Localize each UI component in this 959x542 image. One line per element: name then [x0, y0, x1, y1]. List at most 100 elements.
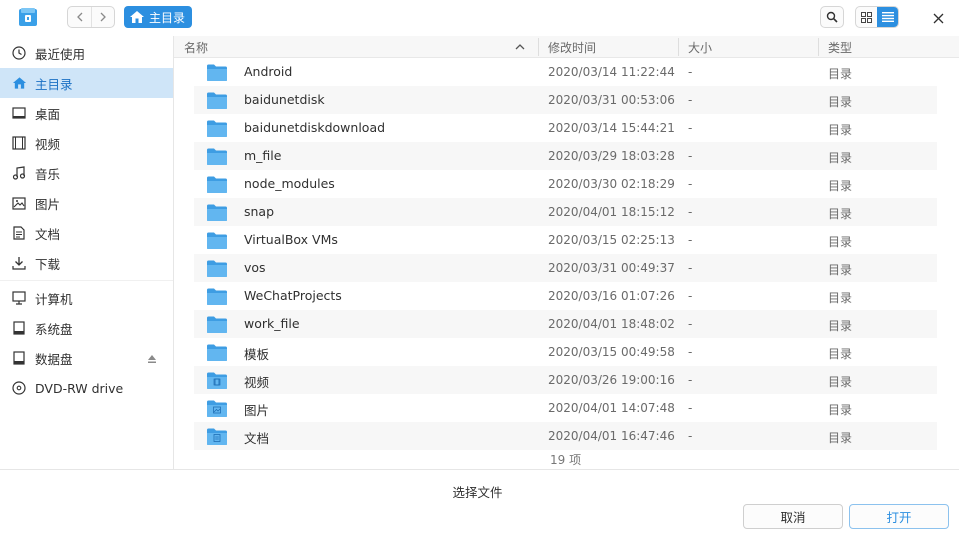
clock-icon — [11, 45, 27, 61]
sidebar-item-label: DVD-RW drive — [35, 380, 124, 396]
file-size: - — [688, 93, 693, 107]
file-size: - — [688, 149, 693, 163]
file-name: work_file — [244, 316, 300, 331]
folder-icon — [206, 119, 228, 138]
table-row[interactable]: baidunetdiskdownload 2020/03/14 15:44:21-… — [194, 114, 937, 142]
column-modified-header[interactable]: 修改时间 — [548, 39, 596, 56]
sidebar-item-label: 下载 — [35, 256, 61, 272]
sidebar-item-label: 最近使用 — [35, 46, 86, 62]
file-modified: 2020/03/29 18:03:28 — [548, 149, 675, 163]
sidebar-item-pictures[interactable]: 图片 — [0, 188, 173, 218]
table-row[interactable]: VirtualBox VMs 2020/03/15 02:25:13- 目录 — [194, 226, 937, 254]
file-modified: 2020/03/31 00:49:37 — [548, 261, 675, 275]
sidebar-item-dvd-drive[interactable]: DVD-RW drive — [0, 373, 173, 403]
grid-icon — [861, 11, 872, 23]
file-list-panel: 名称 修改时间 大小 类型 Android 2020/03/14 11:22:44… — [174, 36, 959, 469]
table-row[interactable]: snap 2020/04/01 18:15:12- 目录 — [194, 198, 937, 226]
table-row[interactable]: 视频 2020/03/26 19:00:16- 目录 — [194, 366, 937, 394]
video-folder-icon — [206, 371, 228, 390]
file-size: - — [688, 373, 693, 387]
sidebar-item-label: 视频 — [35, 136, 61, 152]
column-size-header[interactable]: 大小 — [688, 39, 712, 56]
video-icon — [11, 135, 27, 151]
sidebar-item-music[interactable]: 音乐 — [0, 158, 173, 188]
file-size: - — [688, 429, 693, 443]
table-row[interactable]: 文档 2020/04/01 16:47:46- 目录 — [194, 422, 937, 450]
table-row[interactable]: WeChatProjects 2020/03/16 01:07:26- 目录 — [194, 282, 937, 310]
sort-ascending-icon[interactable] — [514, 41, 526, 53]
search-button[interactable] — [820, 6, 844, 28]
breadcrumb-label: 主目录 — [149, 10, 186, 25]
sidebar-item-label: 音乐 — [35, 166, 61, 182]
table-row[interactable]: m_file 2020/03/29 18:03:28- 目录 — [194, 142, 937, 170]
sidebar-item-data-disk[interactable]: 数据盘 — [0, 343, 173, 373]
file-type: 目录 — [828, 151, 853, 165]
eject-icon[interactable] — [147, 353, 157, 363]
table-row[interactable]: vos 2020/03/31 00:49:37- 目录 — [194, 254, 937, 282]
file-manager-logo-icon — [18, 7, 38, 27]
sidebar-item-videos[interactable]: 视频 — [0, 128, 173, 158]
column-type-header[interactable]: 类型 — [828, 39, 852, 56]
file-modified: 2020/04/01 16:47:46 — [548, 429, 675, 443]
file-size: - — [688, 401, 693, 415]
file-type: 目录 — [828, 431, 853, 445]
table-row[interactable]: 模板 2020/03/15 00:49:58- 目录 — [194, 338, 937, 366]
file-modified: 2020/03/26 19:00:16 — [548, 373, 675, 387]
file-name: 视频 — [244, 375, 270, 390]
file-name: baidunetdisk — [244, 92, 325, 107]
file-modified: 2020/04/01 18:15:12 — [548, 205, 675, 219]
drive-icon — [11, 320, 27, 336]
file-modified: 2020/03/30 02:18:29 — [548, 177, 675, 191]
sidebar-item-desktop[interactable]: 桌面 — [0, 98, 173, 128]
file-modified: 2020/03/16 01:07:26 — [548, 289, 675, 303]
column-divider[interactable] — [538, 38, 539, 56]
folder-icon — [206, 315, 228, 334]
file-modified: 2020/03/14 11:22:44 — [548, 65, 675, 79]
column-name-header[interactable]: 名称 — [184, 39, 208, 56]
view-mode-switch — [855, 6, 899, 28]
list-view-button[interactable] — [877, 7, 898, 27]
folder-icon — [206, 147, 228, 166]
sidebar-item-label: 图片 — [35, 196, 61, 212]
sidebar: 最近使用 主目录 桌面 视频 音乐 图片 文档 下载 计算机 系统盘 数据盘 D… — [0, 36, 174, 469]
cancel-button[interactable]: 取消 — [743, 504, 843, 529]
table-row[interactable]: baidunetdisk 2020/03/31 00:53:06- 目录 — [194, 86, 937, 114]
sidebar-item-label: 主目录 — [35, 76, 73, 92]
table-row[interactable]: Android 2020/03/14 11:22:44- 目录 — [194, 58, 937, 86]
file-name: m_file — [244, 148, 282, 163]
chevron-right-icon — [100, 12, 106, 22]
sidebar-item-label: 数据盘 — [35, 351, 73, 367]
file-size: - — [688, 233, 693, 247]
table-row[interactable]: work_file 2020/04/01 18:48:02- 目录 — [194, 310, 937, 338]
file-name: 模板 — [244, 347, 270, 362]
column-divider[interactable] — [818, 38, 819, 56]
icon-view-button[interactable] — [856, 7, 877, 27]
file-type: 目录 — [828, 347, 853, 361]
sidebar-item-recent[interactable]: 最近使用 — [0, 38, 173, 68]
back-button[interactable] — [68, 7, 91, 27]
sidebar-item-home[interactable]: 主目录 — [0, 68, 173, 98]
file-name: VirtualBox VMs — [244, 232, 338, 247]
file-modified: 2020/04/01 18:48:02 — [548, 317, 675, 331]
table-row[interactable]: node_modules 2020/03/30 02:18:29- 目录 — [194, 170, 937, 198]
file-modified: 2020/03/15 02:25:13 — [548, 233, 675, 247]
column-divider[interactable] — [678, 38, 679, 56]
sidebar-item-downloads[interactable]: 下载 — [0, 248, 173, 278]
close-button[interactable] — [929, 9, 947, 27]
column-header: 名称 修改时间 大小 类型 — [174, 36, 959, 58]
file-type: 目录 — [828, 291, 853, 305]
open-button[interactable]: 打开 — [849, 504, 949, 529]
file-type: 目录 — [828, 95, 853, 109]
file-name: vos — [244, 260, 266, 275]
forward-button[interactable] — [91, 7, 114, 27]
file-type: 目录 — [828, 263, 853, 277]
home-icon — [129, 10, 145, 24]
table-row[interactable]: 图片 2020/04/01 14:07:48- 目录 — [194, 394, 937, 422]
navigation-buttons — [67, 6, 115, 28]
sidebar-item-system-disk[interactable]: 系统盘 — [0, 313, 173, 343]
breadcrumb-home[interactable]: 主目录 — [124, 6, 193, 28]
file-modified: 2020/03/15 00:49:58 — [548, 345, 675, 359]
sidebar-item-computer[interactable]: 计算机 — [0, 283, 173, 313]
file-name: node_modules — [244, 176, 335, 191]
sidebar-item-documents[interactable]: 文档 — [0, 218, 173, 248]
